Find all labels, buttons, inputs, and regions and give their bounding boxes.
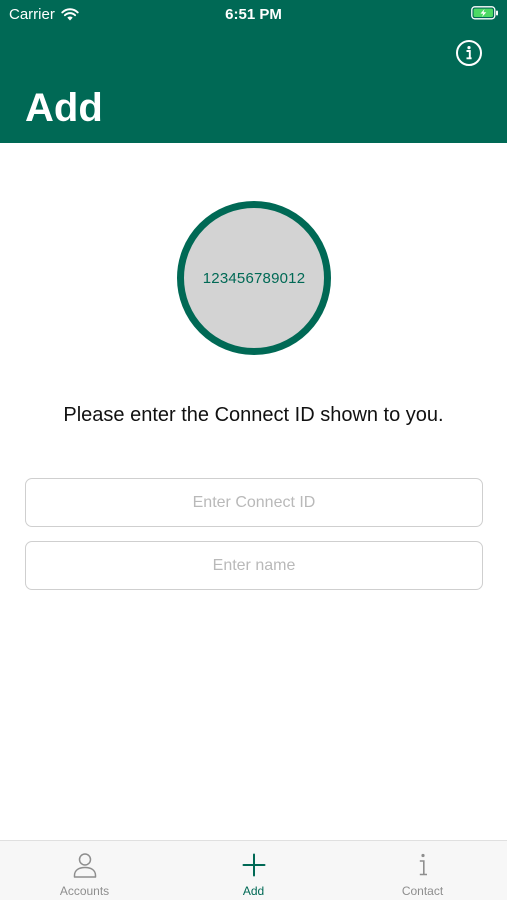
instruction-text: Please enter the Connect ID shown to you…	[63, 404, 444, 426]
info-button[interactable]	[455, 39, 483, 67]
connect-id-input[interactable]	[25, 478, 483, 527]
tab-accounts[interactable]: Accounts	[0, 841, 169, 900]
person-icon	[73, 853, 96, 878]
name-input[interactable]	[25, 541, 483, 590]
info-circle-icon	[456, 40, 482, 66]
page-title: Add	[25, 86, 103, 130]
status-bar: Carrier 6:51 PM	[0, 0, 507, 28]
status-time: 6:51 PM	[225, 6, 282, 23]
tab-accounts-label: Accounts	[59, 884, 110, 898]
tab-add-label: Add	[242, 884, 265, 898]
nav-header: Carrier 6:51 PM Add	[0, 0, 507, 143]
battery-icon	[471, 6, 499, 24]
tab-bar: Accounts Add Contact	[0, 840, 507, 900]
tab-add[interactable]: Add	[169, 841, 338, 900]
plus-icon	[242, 853, 265, 877]
connect-id-badge: 123456789012	[177, 201, 331, 355]
connect-id-value: 123456789012	[202, 269, 306, 287]
info-i-icon	[419, 853, 427, 876]
tab-contact[interactable]: Contact	[338, 841, 507, 900]
tab-contact-label: Contact	[401, 884, 444, 898]
